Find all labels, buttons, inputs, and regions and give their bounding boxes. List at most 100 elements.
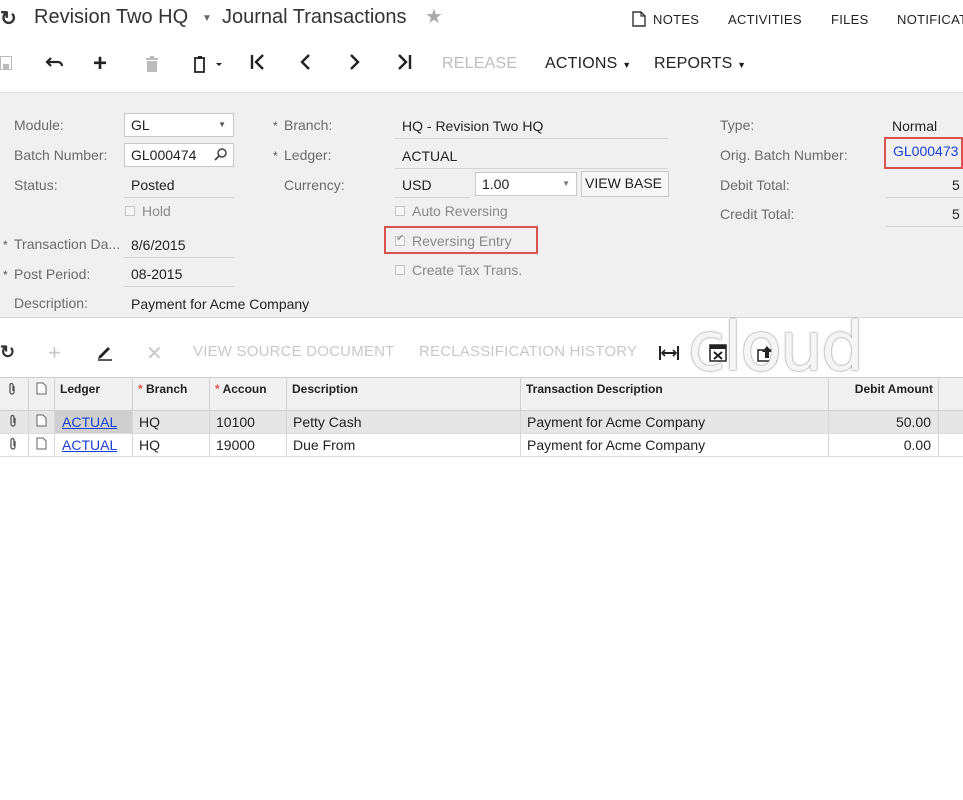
module-select[interactable]: GL ▼ (124, 113, 234, 137)
post-period-value[interactable]: 08-2015 (131, 266, 182, 282)
debit-amount-cell[interactable]: 50.00 (829, 411, 939, 433)
branch-cell[interactable]: HQ (133, 411, 210, 433)
attachment-icon[interactable] (0, 411, 29, 433)
delete-row-icon[interactable]: ✕ (146, 341, 163, 366)
favorite-star-icon[interactable]: ★ (425, 4, 443, 29)
branch-value[interactable]: HQ - Revision Two HQ (402, 118, 543, 134)
description-cell[interactable]: Due From (287, 434, 521, 456)
activities-link[interactable]: ACTIVITIES (728, 12, 802, 27)
column-header-account[interactable]: * Accoun (210, 378, 287, 412)
transaction-description-cell[interactable]: Payment for Acme Company (521, 434, 829, 456)
credit-total-value: 5 (952, 206, 960, 222)
required-marker: * (273, 119, 278, 133)
reports-label: REPORTS (654, 55, 733, 72)
files-link[interactable]: FILES (831, 12, 869, 27)
orig-batch-link[interactable]: GL000473 (893, 143, 958, 159)
ledger-value[interactable]: ACTUAL (402, 148, 457, 164)
required-marker: * (3, 238, 8, 252)
ledger-link[interactable]: ACTUAL (62, 437, 117, 453)
view-base-button[interactable]: VIEW BASE (581, 171, 669, 197)
create-tax-checkbox[interactable] (395, 265, 405, 275)
batch-number-label: Batch Number: (14, 147, 108, 163)
chevron-down-icon: ▼ (737, 60, 747, 70)
view-source-document-button[interactable]: VIEW SOURCE DOCUMENT (193, 343, 395, 360)
column-header-ledger[interactable]: Ledger (55, 378, 133, 412)
title-bar: ↻ Revision Two HQ ▼ Journal Transactions… (0, 0, 963, 40)
create-tax-label: Create Tax Trans. (412, 262, 523, 278)
currency-rate-select[interactable]: 1.00 ▼ (475, 172, 577, 196)
search-icon[interactable] (214, 147, 228, 164)
actions-label: ACTIONS (545, 55, 618, 72)
fit-columns-icon[interactable] (659, 345, 679, 366)
company-name[interactable]: Revision Two HQ (34, 6, 188, 29)
save-icon[interactable] (0, 56, 12, 80)
grid-header: Ledger * Branch * Accoun Description Tra… (0, 377, 963, 412)
type-value: Normal (892, 118, 938, 134)
ledger-link[interactable]: ACTUAL (62, 414, 117, 430)
cloud-watermark: cloud (688, 308, 864, 387)
status-value: Posted (131, 177, 175, 193)
column-header-description[interactable]: Description (287, 378, 521, 412)
chevron-down-icon[interactable]: ▼ (202, 13, 212, 24)
description-cell[interactable]: Petty Cash (287, 411, 521, 433)
delete-icon[interactable] (144, 53, 160, 77)
note-icon[interactable] (29, 411, 55, 433)
table-row[interactable]: ACTUAL HQ 10100 Petty Cash Payment for A… (0, 411, 963, 434)
currency-value[interactable]: USD (402, 177, 432, 193)
hold-checkbox[interactable] (125, 206, 135, 216)
reversing-entry-checkbox[interactable]: ✔ (395, 233, 405, 246)
currency-label: Currency: (284, 177, 345, 193)
column-header-branch[interactable]: * Branch (133, 378, 210, 412)
debit-amount-cell[interactable]: 0.00 (829, 434, 939, 456)
auto-reversing-label: Auto Reversing (412, 203, 508, 219)
module-value: GL (131, 117, 150, 133)
notes-link[interactable]: NOTES (653, 12, 699, 27)
attachment-icon[interactable] (0, 434, 29, 456)
edit-icon[interactable] (96, 343, 114, 366)
account-cell[interactable]: 10100 (210, 411, 287, 433)
copy-paste-icon[interactable] (193, 53, 223, 77)
branch-label: Branch: (284, 117, 333, 133)
module-label: Module: (14, 117, 64, 133)
transaction-date-value[interactable]: 8/6/2015 (131, 237, 186, 253)
release-button[interactable]: RELEASE (442, 55, 517, 73)
currency-rate-value: 1.00 (482, 176, 510, 192)
previous-record-icon[interactable] (298, 52, 314, 76)
checkmark-icon: ✔ (396, 233, 405, 244)
required-marker: * (273, 149, 278, 163)
refresh-icon[interactable]: ↻ (0, 6, 17, 31)
next-record-icon[interactable] (346, 52, 362, 76)
status-label: Status: (14, 177, 58, 193)
reclassification-history-button[interactable]: RECLASSIFICATION HISTORY (419, 343, 637, 360)
note-icon[interactable] (29, 434, 55, 456)
column-header-debit-amount[interactable]: Debit Amount (829, 378, 939, 412)
transaction-description-cell[interactable]: Payment for Acme Company (521, 411, 829, 433)
batch-number-field[interactable]: GL000474 (124, 143, 234, 167)
refresh-icon[interactable]: ↻ (0, 342, 15, 363)
add-row-icon[interactable]: + (48, 340, 61, 366)
chevron-down-icon: ▼ (622, 60, 632, 70)
attachment-column-icon (0, 378, 29, 412)
table-row[interactable]: ACTUAL HQ 19000 Due From Payment for Acm… (0, 434, 963, 457)
reports-menu[interactable]: REPORTS ▼ (654, 55, 746, 73)
actions-menu[interactable]: ACTIONS ▼ (545, 55, 631, 73)
branch-cell[interactable]: HQ (133, 434, 210, 456)
debit-total-value: 5 (952, 177, 960, 193)
auto-reversing-checkbox[interactable] (395, 206, 405, 216)
notes-icon[interactable] (632, 11, 646, 32)
account-header-label: Accoun (222, 382, 267, 396)
type-label: Type: (720, 117, 755, 133)
description-value[interactable]: Payment for Acme Company (131, 296, 309, 312)
undo-icon[interactable] (45, 52, 65, 76)
ledger-cell[interactable]: ACTUAL (55, 411, 133, 433)
chevron-down-icon: ▼ (218, 120, 226, 129)
required-marker: * (3, 268, 8, 282)
notifications-link[interactable]: NOTIFICATIONS (897, 12, 963, 27)
first-record-icon[interactable] (249, 52, 267, 76)
ledger-cell[interactable]: ACTUAL (55, 434, 133, 456)
account-cell[interactable]: 19000 (210, 434, 287, 456)
column-header-transaction-description[interactable]: Transaction Description (521, 378, 829, 412)
last-record-icon[interactable] (395, 52, 413, 76)
add-icon[interactable]: + (93, 50, 107, 77)
transaction-date-label: Transaction Da... (14, 236, 121, 252)
